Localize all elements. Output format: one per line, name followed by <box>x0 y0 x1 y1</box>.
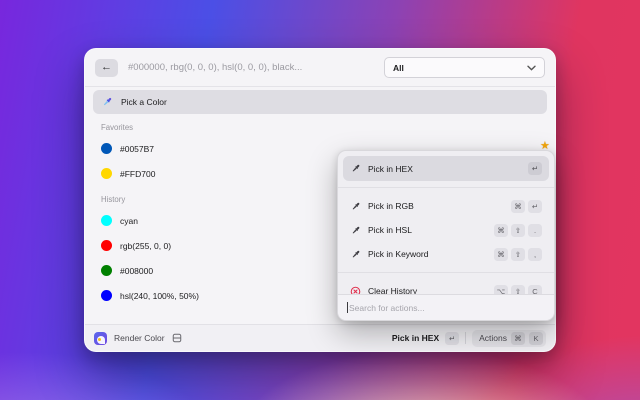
action-clear-history[interactable]: Clear History ⌥ ⇧ C <box>343 279 549 294</box>
list-item-label: #008000 <box>120 266 153 276</box>
actions-search-input[interactable] <box>349 303 545 313</box>
list-item-label: #0057B7 <box>120 144 154 154</box>
action-label: Pick in RGB <box>368 201 504 211</box>
menu-divider <box>338 187 554 188</box>
actions-search-bar <box>338 294 554 320</box>
back-arrow-icon: ← <box>101 62 112 73</box>
header: ← #000000, rbg(0, 0, 0), hsl(0, 0, 0), b… <box>85 49 555 87</box>
footer-divider <box>465 332 466 344</box>
key-k: K <box>529 332 543 345</box>
key-cmd: ⌘ <box>511 332 525 345</box>
window-mode-icon <box>172 333 182 343</box>
key-return: ↵ <box>445 332 459 345</box>
launcher-window: ← #000000, rbg(0, 0, 0), hsl(0, 0, 0), b… <box>84 48 556 352</box>
key-return: ↵ <box>528 162 542 175</box>
action-label: Pick in HEX <box>368 164 521 174</box>
section-title-favorites: Favorites <box>101 123 539 132</box>
key-c: C <box>528 285 542 295</box>
list-item-label: rgb(255, 0, 0) <box>120 241 171 251</box>
chevron-down-icon <box>527 65 536 71</box>
action-pick-in-rgb[interactable]: Pick in RGB ⌘ ↵ <box>343 194 549 218</box>
list-item-label: #FFD700 <box>120 169 155 179</box>
action-pick-in-hex[interactable]: Pick in HEX ↵ <box>343 156 549 181</box>
eyedropper-icon <box>101 96 113 108</box>
action-pick-in-hsl[interactable]: Pick in HSL ⌘ ⇧ . <box>343 218 549 242</box>
actions-menu: Pick in HEX ↵ Pick in RGB ⌘ ↵ <box>337 150 555 321</box>
action-pick-in-keyword[interactable]: Pick in Keyword ⌘ ⇧ , <box>343 242 549 266</box>
list-item-label: hsl(240, 100%, 50%) <box>120 291 199 301</box>
eyedropper-icon <box>350 249 361 260</box>
list-item-label: cyan <box>120 216 138 226</box>
actions-menu-items: Pick in HEX ↵ Pick in RGB ⌘ ↵ <box>338 151 554 294</box>
key-cmd: ⌘ <box>494 224 508 237</box>
back-button[interactable]: ← <box>95 59 118 77</box>
color-swatch <box>101 265 112 276</box>
key-return: ↵ <box>528 200 542 213</box>
key-shift: ⇧ <box>511 248 525 261</box>
eyedropper-icon <box>350 225 361 236</box>
key-period: . <box>528 224 542 237</box>
actions-button-label: Actions <box>479 333 507 343</box>
list-item-pick-a-color[interactable]: Pick a Color <box>93 90 547 114</box>
actions-button[interactable]: Actions ⌘ K <box>472 330 546 347</box>
clear-circle-icon <box>350 286 361 295</box>
footer: Render Color Pick in HEX ↵ Actions ⌘ K <box>85 324 555 351</box>
color-swatch <box>101 240 112 251</box>
menu-divider <box>338 272 554 273</box>
list-item-label: Pick a Color <box>121 97 167 107</box>
filter-dropdown-value: All <box>393 63 404 73</box>
key-cmd: ⌘ <box>494 248 508 261</box>
key-cmd: ⌘ <box>511 200 525 213</box>
action-label: Clear History <box>368 286 487 294</box>
filter-dropdown[interactable]: All <box>384 57 545 78</box>
extension-name: Render Color <box>114 333 165 343</box>
text-cursor <box>347 302 348 313</box>
key-shift: ⇧ <box>511 285 525 295</box>
key-comma: , <box>528 248 542 261</box>
color-swatch <box>101 215 112 226</box>
color-swatch <box>101 143 112 154</box>
eyedropper-icon <box>350 201 361 212</box>
primary-action-label[interactable]: Pick in HEX <box>392 333 439 343</box>
color-swatch <box>101 290 112 301</box>
action-label: Pick in Keyword <box>368 249 487 259</box>
color-swatch <box>101 168 112 179</box>
key-shift: ⇧ <box>511 224 525 237</box>
extension-icon <box>94 332 107 345</box>
eyedropper-icon <box>350 163 361 174</box>
action-label: Pick in HSL <box>368 225 487 235</box>
key-option: ⌥ <box>494 285 508 295</box>
search-query-text[interactable]: #000000, rbg(0, 0, 0), hsl(0, 0, 0), bla… <box>128 62 384 73</box>
